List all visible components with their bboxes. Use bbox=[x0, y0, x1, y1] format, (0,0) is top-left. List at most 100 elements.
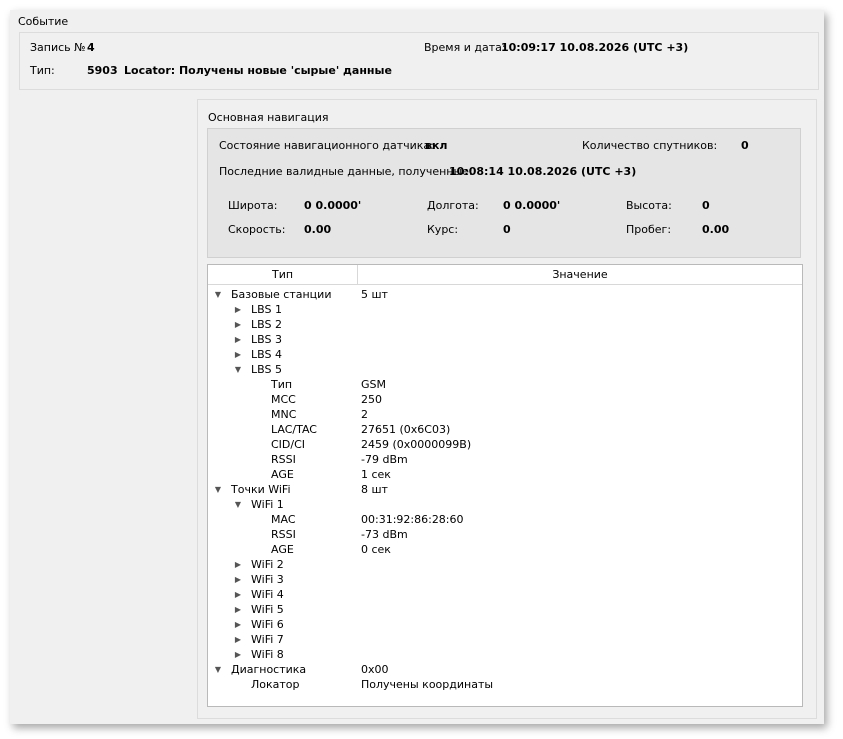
tree-row-name: CID/CI bbox=[271, 438, 306, 451]
longitude-value: 0 0.0000' bbox=[503, 199, 561, 212]
tree-row-name: WiFi 4 bbox=[251, 588, 284, 601]
tree-row-name: Диагностика bbox=[231, 663, 307, 676]
tree-row[interactable]: ▶ WiFi 6 bbox=[208, 617, 802, 632]
tree-row-value: 250 bbox=[361, 393, 382, 406]
collapse-arrow-icon[interactable]: ▶ bbox=[233, 647, 243, 662]
sensor-value: вкл bbox=[425, 139, 448, 152]
tree-row[interactable]: ▶ WiFi 7 bbox=[208, 632, 802, 647]
tree-row-value: -73 dBm bbox=[361, 528, 408, 541]
expand-arrow-icon[interactable]: ▼ bbox=[233, 497, 243, 512]
tree-row[interactable]: ▶ WiFi 8 bbox=[208, 647, 802, 662]
longitude-label: Долгота: bbox=[427, 199, 479, 212]
tree-row[interactable]: Локатор Получены координаты bbox=[208, 677, 802, 692]
tree-row[interactable]: ▶ LBS 2 bbox=[208, 317, 802, 332]
tree-row-value: -79 dBm bbox=[361, 453, 408, 466]
record-label: Запись № bbox=[30, 41, 86, 54]
tree-row-value: 0x00 bbox=[361, 663, 389, 676]
tree-row-name: LBS 3 bbox=[251, 333, 282, 346]
datetime-value: 10:09:17 10.08.2026 (UTC +3) bbox=[501, 41, 689, 54]
tree-row[interactable]: ▶ WiFi 5 bbox=[208, 602, 802, 617]
expand-arrow-icon[interactable]: ▼ bbox=[213, 662, 223, 677]
latitude-label: Широта: bbox=[228, 199, 278, 212]
tree-row-name: MNC bbox=[271, 408, 297, 421]
tree-row-value: 00:31:92:86:28:60 bbox=[361, 513, 464, 526]
collapse-arrow-icon[interactable]: ▶ bbox=[233, 347, 243, 362]
record-value: 4 bbox=[87, 41, 95, 54]
tree-row-value: 8 шт bbox=[361, 483, 388, 496]
satellites-value: 0 bbox=[741, 139, 749, 152]
collapse-arrow-icon[interactable]: ▶ bbox=[233, 302, 243, 317]
tree-row[interactable]: MCC 250 bbox=[208, 392, 802, 407]
tree-row-value: 5 шт bbox=[361, 288, 388, 301]
tree-row-value: 0 сек bbox=[361, 543, 391, 556]
tree-row-name: Точки WiFi bbox=[231, 483, 291, 496]
tree-row[interactable]: AGE 0 сек bbox=[208, 542, 802, 557]
tree-row[interactable]: ▶ LBS 3 bbox=[208, 332, 802, 347]
tree-row-name: WiFi 6 bbox=[251, 618, 284, 631]
type-label: Тип: bbox=[30, 64, 55, 77]
tree-row-value: 2459 (0x0000099B) bbox=[361, 438, 472, 451]
tree-row-name: LBS 1 bbox=[251, 303, 282, 316]
tree-row[interactable]: ▼ LBS 5 bbox=[208, 362, 802, 377]
sensor-label: Состояние навигационного датчика: bbox=[219, 139, 434, 152]
tree-row-name: Базовые станции bbox=[231, 288, 332, 301]
tree-row-name: WiFi 2 bbox=[251, 558, 284, 571]
datetime-label: Время и дата: bbox=[424, 41, 506, 54]
mileage-value: 0.00 bbox=[702, 223, 730, 236]
tree-row-name: LBS 4 bbox=[251, 348, 282, 361]
tree-row[interactable]: ▶ LBS 4 bbox=[208, 347, 802, 362]
tree-header: Тип Значение bbox=[208, 265, 802, 285]
satellites-label: Количество спутников: bbox=[582, 139, 718, 152]
collapse-arrow-icon[interactable]: ▶ bbox=[233, 332, 243, 347]
tree-row[interactable]: MNC 2 bbox=[208, 407, 802, 422]
expand-arrow-icon[interactable]: ▼ bbox=[233, 362, 243, 377]
course-value: 0 bbox=[503, 223, 511, 236]
tree-row[interactable]: ▶ WiFi 2 bbox=[208, 557, 802, 572]
column-header-type[interactable]: Тип bbox=[208, 265, 358, 284]
tree-row-name: RSSI bbox=[271, 528, 296, 541]
tree-row[interactable]: CID/CI 2459 (0x0000099B) bbox=[208, 437, 802, 452]
tree-row[interactable]: ▶ WiFi 3 bbox=[208, 572, 802, 587]
collapse-arrow-icon[interactable]: ▶ bbox=[233, 572, 243, 587]
altitude-label: Высота: bbox=[626, 199, 672, 212]
last-valid-label: Последние валидные данные, полученные: bbox=[219, 165, 473, 178]
collapse-arrow-icon[interactable]: ▶ bbox=[233, 617, 243, 632]
tree-row[interactable]: LAC/TAC 27651 (0x6C03) bbox=[208, 422, 802, 437]
tree-row-name: WiFi 8 bbox=[251, 648, 284, 661]
tree-row[interactable]: AGE 1 сек bbox=[208, 467, 802, 482]
tree-row[interactable]: ▶ LBS 1 bbox=[208, 302, 802, 317]
type-code: 5903 bbox=[87, 64, 118, 77]
tree-row[interactable]: ▼ Диагностика 0x00 bbox=[208, 662, 802, 677]
tree-row[interactable]: Тип GSM bbox=[208, 377, 802, 392]
collapse-arrow-icon[interactable]: ▶ bbox=[233, 632, 243, 647]
navigation-group: Основная навигация Состояние навигационн… bbox=[197, 99, 817, 719]
collapse-arrow-icon[interactable]: ▶ bbox=[233, 602, 243, 617]
collapse-arrow-icon[interactable]: ▶ bbox=[233, 557, 243, 572]
tree-row[interactable]: RSSI -79 dBm bbox=[208, 452, 802, 467]
event-group-title: Событие bbox=[18, 15, 69, 28]
column-header-value[interactable]: Значение bbox=[358, 265, 802, 284]
collapse-arrow-icon[interactable]: ▶ bbox=[233, 587, 243, 602]
tree-row-value: 2 bbox=[361, 408, 368, 421]
tree-row-name: Локатор bbox=[251, 678, 300, 691]
tree-row[interactable]: ▶ WiFi 4 bbox=[208, 587, 802, 602]
event-group: Запись № 4 Время и дата: 10:09:17 10.08.… bbox=[19, 32, 819, 90]
tree-row[interactable]: ▼ Базовые станции 5 шт bbox=[208, 287, 802, 302]
speed-value: 0.00 bbox=[304, 223, 332, 236]
tree-row-name: MAC bbox=[271, 513, 296, 526]
expand-arrow-icon[interactable]: ▼ bbox=[213, 482, 223, 497]
collapse-arrow-icon[interactable]: ▶ bbox=[233, 317, 243, 332]
data-tree[interactable]: Тип Значение ▼ Базовые станции 5 шт ▶ LBS 1 ▶… bbox=[207, 264, 803, 707]
type-text: Locator: Получены новые 'сырые' данные bbox=[124, 64, 392, 77]
tree-row-name: WiFi 7 bbox=[251, 633, 284, 646]
tree-row[interactable]: ▼ Точки WiFi 8 шт bbox=[208, 482, 802, 497]
tree-row-name: WiFi 1 bbox=[251, 498, 284, 511]
tree-row-value: 27651 (0x6C03) bbox=[361, 423, 451, 436]
tree-row-value: GSM bbox=[361, 378, 386, 391]
expand-arrow-icon[interactable]: ▼ bbox=[213, 287, 223, 302]
tree-row[interactable]: RSSI -73 dBm bbox=[208, 527, 802, 542]
tree-row[interactable]: MAC 00:31:92:86:28:60 bbox=[208, 512, 802, 527]
tree-row-name: LBS 2 bbox=[251, 318, 282, 331]
tree-row[interactable]: ▼ WiFi 1 bbox=[208, 497, 802, 512]
tree-row-value: 1 сек bbox=[361, 468, 391, 481]
